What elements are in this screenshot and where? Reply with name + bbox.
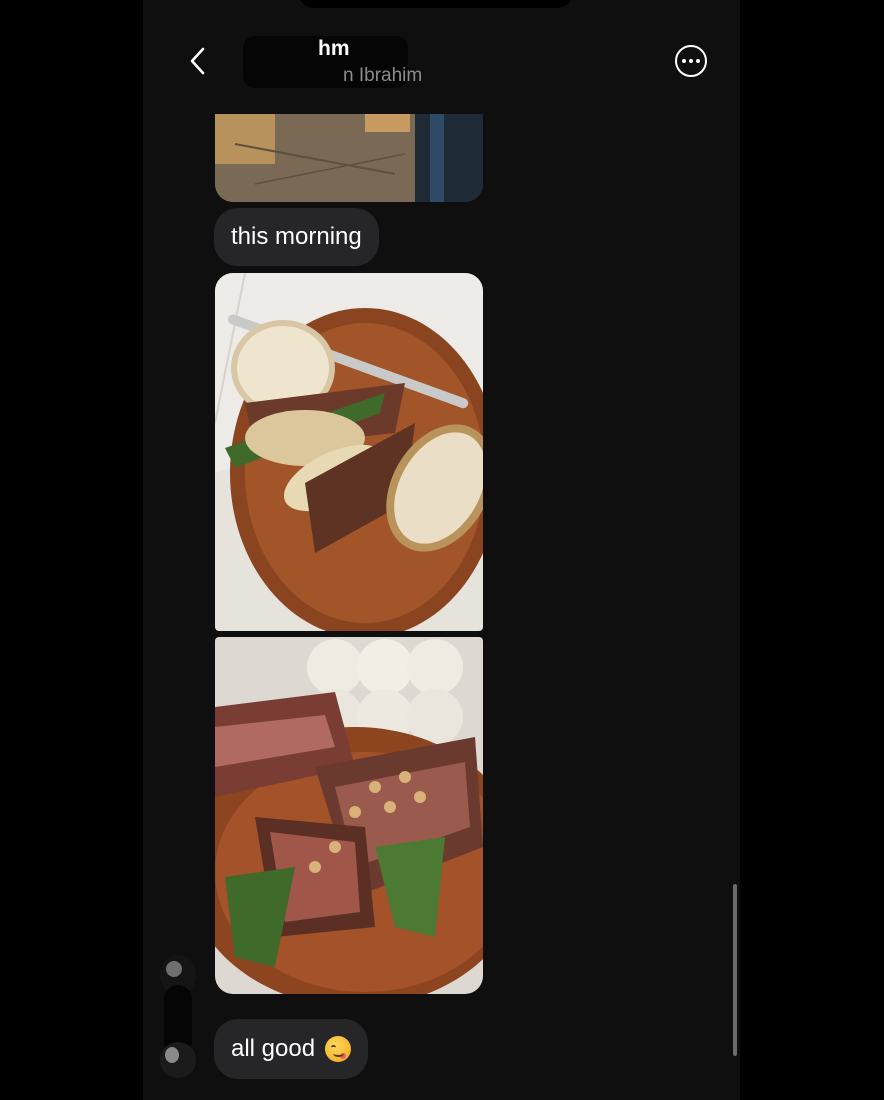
message-photo-steak[interactable] [215, 637, 483, 994]
more-options-button[interactable] [675, 45, 707, 77]
message-text: this morning [231, 223, 362, 250]
more-options-icon [682, 59, 686, 63]
message-bubble[interactable]: all good [214, 1019, 369, 1079]
message-text: all good [231, 1035, 316, 1062]
sender-avatar[interactable] [158, 955, 198, 1080]
chevron-left-icon [190, 47, 205, 75]
contact-username: n Ibrahim [343, 65, 423, 86]
chat-header: hm n Ibrahim [143, 0, 740, 110]
chat-screen: hm n Ibrahim this morning all good [143, 0, 740, 1100]
drooling-face-emoji-icon [325, 1036, 352, 1062]
message-photo-bread[interactable] [215, 114, 483, 202]
message-bubble[interactable]: this morning [214, 208, 379, 266]
contact-name[interactable]: hm [318, 37, 350, 61]
scrollbar[interactable] [733, 884, 737, 1056]
message-photo-sandwich[interactable] [215, 273, 483, 631]
back-button[interactable] [181, 44, 215, 78]
